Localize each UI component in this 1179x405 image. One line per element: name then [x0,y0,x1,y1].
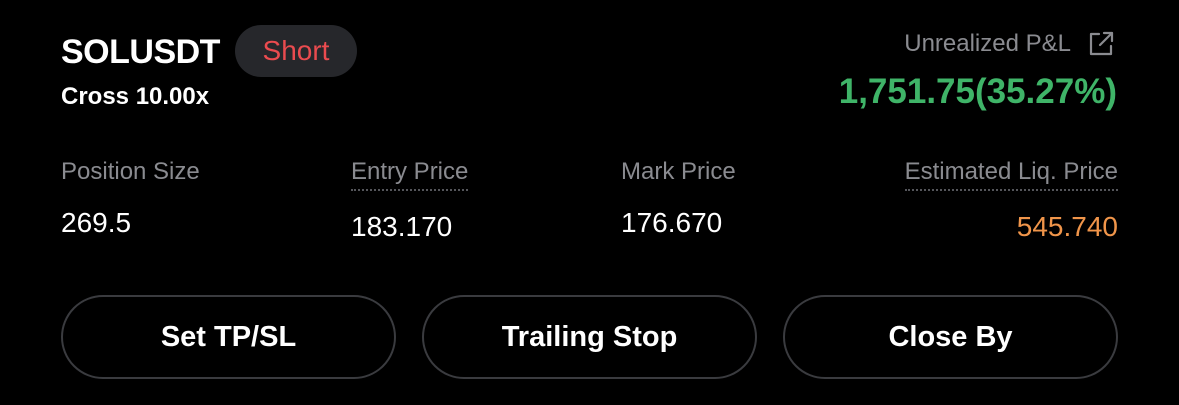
share-external-icon[interactable] [1086,29,1116,59]
liquidation-price-label[interactable]: Estimated Liq. Price [904,156,1118,191]
mark-price-label: Mark Price [621,158,736,185]
trailing-stop-button[interactable]: Trailing Stop [422,295,757,379]
unrealized-pnl-value: 1,751.75(35.27%) [838,72,1117,111]
position-size-value: 269.5 [61,207,132,238]
entry-price-label[interactable]: Entry Price [351,156,469,191]
entry-price-value: 183.170 [351,211,453,242]
symbol-title[interactable]: SOLUSDT [61,30,220,74]
position-card: SOLUSDT Short Cross 10.00x Unrealized P&… [0,0,1179,405]
side-badge: Short [235,25,357,77]
close-by-button[interactable]: Close By [783,295,1118,379]
set-tpsl-button[interactable]: Set TP/SL [61,295,396,379]
position-size-label: Position Size [61,158,200,185]
margin-mode-leverage[interactable]: Cross 10.00x [61,82,209,112]
mark-price-value: 176.670 [621,207,723,238]
liquidation-price-value: 545.740 [1016,211,1118,242]
unrealized-pnl-label: Unrealized P&L [904,30,1071,57]
